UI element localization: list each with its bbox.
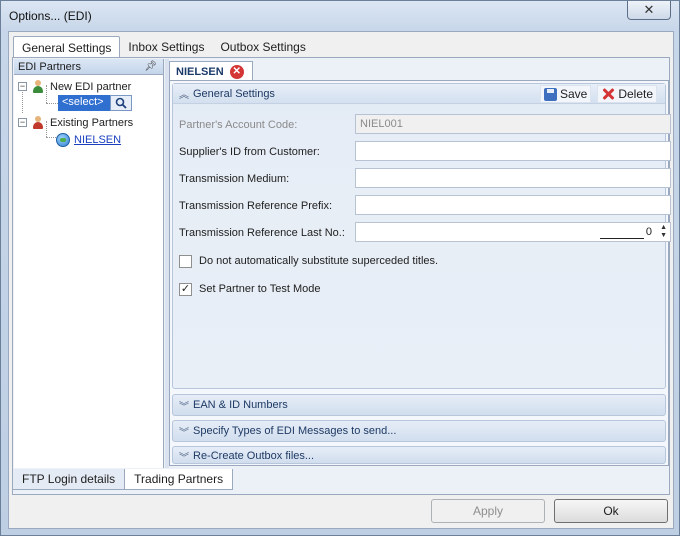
ref-last-no-row: Transmission Reference Last No.: (179, 222, 355, 243)
ref-prefix-row: Transmission Reference Prefix: (179, 195, 355, 216)
title-bar: Options... (EDI) ✕ (1, 1, 679, 31)
tree-label-new-partner: New EDI partner (50, 80, 132, 93)
collapse-icon[interactable]: − (18, 118, 27, 127)
tab-nielsen[interactable]: NIELSEN ✕ (169, 61, 253, 81)
save-icon (543, 87, 557, 101)
edi-partners-title: EDI Partners (18, 61, 81, 73)
partner-detail-pane: NIELSEN ✕ ︽ General Settings Save Delete… (169, 59, 671, 468)
tab-nielsen-label: NIELSEN (176, 65, 224, 78)
partner-link-nielsen[interactable]: NIELSEN (74, 134, 121, 146)
partner-select[interactable]: <select> (58, 95, 158, 111)
recreate-outbox-title: Re-Create Outbox files... (193, 450, 315, 462)
options-window: Options... (EDI) ✕ General Settings Inbo… (0, 0, 680, 536)
tab-trading-partners[interactable]: Trading Partners (124, 469, 234, 490)
partners-tree: − New EDI partner <select> − Existing Pa… (14, 75, 163, 465)
ean-id-header[interactable]: ︾ EAN & ID Numbers (173, 395, 665, 415)
tab-inbox-settings[interactable]: Inbox Settings (120, 36, 212, 58)
message-types-header[interactable]: ︾ Specify Types of EDI Messages to send.… (173, 421, 665, 441)
transmission-medium-field[interactable] (355, 168, 671, 188)
tab-general-settings[interactable]: General Settings (13, 36, 121, 58)
test-mode-checkbox[interactable]: ✓ (179, 282, 192, 296)
close-tab-icon[interactable]: ✕ (229, 64, 244, 79)
ean-id-title: EAN & ID Numbers (193, 399, 288, 411)
partners-group-icon (31, 115, 47, 130)
partner-detail-body: ︽ General Settings Save Delete Partner's… (169, 80, 671, 466)
stepper-underline (600, 238, 644, 239)
save-button[interactable]: Save (539, 85, 592, 103)
no-substitute-checkbox[interactable] (179, 254, 192, 268)
general-settings-group: ︽ General Settings Save Delete Partner's… (172, 83, 671, 389)
no-substitute-label[interactable]: Do not automatically substitute superced… (199, 255, 438, 267)
tree-label-existing-partners: Existing Partners (50, 116, 134, 129)
window-title: Options... (EDI) (9, 9, 92, 23)
tree-item-nielsen[interactable]: NIELSEN (56, 131, 121, 148)
test-mode-label[interactable]: Set Partner to Test Mode (199, 283, 320, 295)
ref-prefix-field[interactable] (355, 195, 671, 215)
chevron-up-icon: ︽ (179, 90, 189, 101)
tree-item-new-partner[interactable]: − New EDI partner (18, 78, 131, 95)
no-substitute-checkbox-row[interactable]: Do not automatically substitute superced… (179, 253, 438, 269)
globe-icon (56, 132, 70, 147)
test-mode-checkbox-row[interactable]: ✓ Set Partner to Test Mode (179, 281, 320, 297)
tree-line (46, 137, 56, 138)
edi-partners-pane: EDI Partners 📌︎ − New EDI partner <selec… (14, 59, 164, 468)
pin-icon[interactable]: 📌︎ (144, 61, 157, 72)
tree-item-existing-partners[interactable]: − Existing Partners (18, 114, 133, 131)
supplier-id-label: Supplier's ID from Customer: (179, 145, 320, 158)
collapse-icon[interactable]: − (18, 82, 27, 91)
account-code-row: Partner's Account Code: (179, 114, 355, 135)
ref-last-no-value[interactable]: 0 (646, 226, 652, 238)
general-settings-panel: EDI Partners 📌︎ − New EDI partner <selec… (12, 57, 671, 495)
delete-label: Delete (618, 87, 653, 101)
tree-line (46, 103, 58, 104)
chevron-down-icon: ︾ (179, 452, 189, 464)
transmission-medium-row: Transmission Medium: (179, 168, 355, 189)
ref-last-no-label: Transmission Reference Last No.: (179, 226, 345, 239)
ref-last-no-stepper[interactable]: 0 ▲ ▼ (355, 222, 671, 242)
chevron-down-icon: ︾ (179, 427, 189, 439)
ok-button[interactable]: Ok (554, 499, 668, 523)
edi-partners-header: EDI Partners 📌︎ (14, 59, 163, 75)
account-code-field: NIEL001 (355, 114, 671, 134)
general-settings-title: General Settings (193, 87, 275, 100)
delete-icon (601, 87, 615, 101)
recreate-outbox-header[interactable]: ︾ Re-Create Outbox files... (173, 447, 665, 465)
dialog-client: General Settings Inbox Settings Outbox S… (8, 31, 674, 529)
ean-id-group[interactable]: ︾ EAN & ID Numbers (172, 394, 666, 416)
ref-prefix-label: Transmission Reference Prefix: (179, 199, 333, 212)
tab-ftp-login[interactable]: FTP Login details (12, 469, 126, 490)
partner-icon (31, 79, 47, 94)
bottom-tab-strip: FTP Login details Trading Partners (12, 469, 234, 491)
partner-toolbar: Save Delete (539, 85, 657, 103)
message-types-group[interactable]: ︾ Specify Types of EDI Messages to send.… (172, 420, 666, 442)
supplier-id-field[interactable] (355, 141, 671, 161)
message-types-title: Specify Types of EDI Messages to send... (193, 425, 397, 437)
spin-arrows-icon[interactable]: ▲ ▼ (660, 224, 667, 240)
partner-select-value[interactable]: <select> (58, 95, 110, 111)
tab-outbox-settings[interactable]: Outbox Settings (212, 36, 313, 58)
apply-button[interactable]: Apply (431, 499, 545, 523)
account-code-label: Partner's Account Code: (179, 118, 298, 131)
search-icon[interactable] (110, 95, 132, 111)
chevron-down-icon: ︾ (179, 401, 189, 413)
transmission-medium-label: Transmission Medium: (179, 172, 290, 185)
close-icon[interactable]: ✕ (627, 1, 671, 20)
recreate-outbox-group[interactable]: ︾ Re-Create Outbox files... (172, 446, 666, 464)
delete-button[interactable]: Delete (597, 85, 657, 103)
supplier-id-row: Supplier's ID from Customer: (179, 141, 355, 162)
top-tab-strip: General Settings Inbox Settings Outbox S… (13, 36, 314, 58)
save-label: Save (559, 87, 588, 101)
